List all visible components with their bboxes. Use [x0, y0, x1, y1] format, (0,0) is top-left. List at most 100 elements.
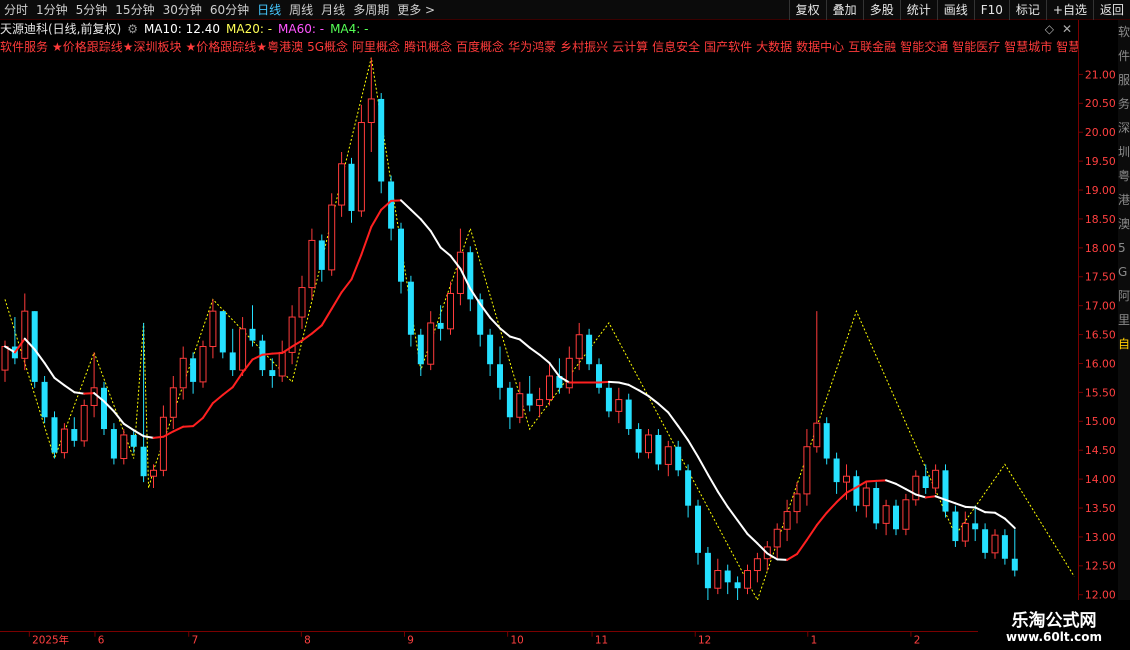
ma10-segment — [875, 479, 888, 482]
close-icon[interactable]: ✕ — [1062, 22, 1072, 36]
candle-body-down — [190, 358, 197, 382]
side-strip-label: 5 — [1118, 241, 1126, 255]
toolbar-button[interactable]: 统计 — [899, 0, 937, 20]
diamond-icon[interactable]: ◇ — [1045, 22, 1054, 36]
concept-tag[interactable]: 大数据 — [756, 40, 792, 54]
concept-tag[interactable]: ★价格跟踪线★粤港澳 — [186, 40, 304, 54]
concept-tag[interactable]: 阿里概念 — [352, 40, 400, 54]
stock-name[interactable]: 天源迪科(日线,前复权) — [0, 21, 121, 37]
concept-tags: 软件服务 ★价格跟踪线★深圳板块 ★价格跟踪线★粤港澳 5G概念 阿里概念 腾讯概念 百度概… — [0, 39, 1078, 55]
candle-body-up — [536, 399, 544, 406]
concept-tag[interactable]: 腾讯概念 — [404, 40, 452, 54]
ma10-segment — [598, 380, 610, 384]
concept-tag[interactable]: 信息安全 — [652, 40, 700, 54]
period-tab[interactable]: 更多 > — [393, 0, 439, 20]
candle-body-up — [862, 487, 870, 507]
concept-tag[interactable]: 智能交通 — [900, 40, 948, 54]
side-strip-label: 服 — [1118, 73, 1130, 87]
toolbar-button[interactable]: F10 — [973, 0, 1009, 20]
concept-tag[interactable]: 互联金融 — [848, 40, 896, 54]
candle-body-down — [398, 228, 404, 282]
ma10-segment — [677, 425, 690, 442]
ma10-segment — [43, 362, 56, 379]
ma10-segment — [419, 218, 432, 232]
right-side-strip[interactable]: 软件服务深圳粤港澳 5 G阿里自 — [1118, 20, 1130, 632]
period-tab[interactable]: 15分钟 — [111, 0, 158, 20]
candle-body-up — [912, 475, 920, 501]
concept-tag[interactable]: 乡村振兴 — [560, 40, 608, 54]
side-strip-label: 自 — [1118, 337, 1130, 351]
period-tab[interactable]: 5分钟 — [72, 0, 112, 20]
side-strip-label: 务 — [1118, 96, 1130, 111]
candle-body-down — [982, 529, 989, 553]
period-tab[interactable]: 30分钟 — [159, 0, 206, 20]
candle-body-up — [793, 493, 801, 513]
candle-body-down — [407, 281, 414, 335]
candle-body-down — [348, 163, 355, 211]
candle-body-up — [357, 122, 365, 212]
concept-tag[interactable]: 智能医疗 — [952, 40, 1000, 54]
candle-body-up — [813, 422, 821, 448]
date-label: 1 — [811, 634, 818, 646]
toolbar-button[interactable]: +自选 — [1045, 0, 1093, 20]
concept-tag[interactable]: 百度概念 — [456, 40, 504, 54]
ma10-segment — [231, 371, 244, 389]
period-tab[interactable]: 分时 — [0, 0, 32, 20]
period-tab[interactable]: 60分钟 — [206, 0, 253, 20]
concept-tag[interactable]: 华为鸿蒙 — [508, 40, 556, 54]
period-tab[interactable]: 多周期 — [349, 0, 393, 20]
ma10-segment — [63, 384, 76, 394]
settings-gear-icon[interactable]: ⚙ — [127, 21, 138, 37]
toolbar-button[interactable]: 返回 — [1092, 0, 1130, 20]
price-tick-label: 19.50 — [1085, 155, 1116, 168]
candle-body-down — [51, 417, 58, 453]
toolbar-button[interactable]: 多股 — [862, 0, 900, 20]
period-tabs: 分时 1分钟 5分钟 15分钟 30分钟 60分钟 日线 周线 月线 多周期 更多 > — [0, 0, 439, 20]
ma10-segment — [617, 381, 630, 386]
ma10-segment — [489, 316, 501, 330]
side-strip-label: 阿 — [1118, 289, 1130, 303]
concept-tag[interactable]: 数据中心 — [796, 40, 844, 54]
ma10-segment — [776, 558, 789, 561]
watermark: 乐淘公式网 www.60lt.com — [978, 600, 1130, 650]
zigzag-line — [4, 57, 1075, 602]
concept-tag[interactable]: 云计算 — [612, 40, 648, 54]
toolbar-button[interactable]: 叠加 — [825, 0, 863, 20]
price-tick-label: 13.50 — [1085, 502, 1116, 515]
candle-body-down — [1011, 558, 1018, 571]
date-label: 10 — [510, 634, 523, 646]
candle-body-down — [526, 393, 533, 406]
candle-body-up — [159, 416, 167, 471]
candle-body-down — [378, 98, 385, 182]
candle-body-up — [575, 334, 583, 359]
ma10-segment — [53, 376, 66, 387]
candle-body-down — [487, 334, 494, 365]
toolbar-button[interactable]: 标记 — [1008, 0, 1046, 20]
period-tab[interactable]: 1分钟 — [32, 0, 72, 20]
right-toolbar: 复权 叠加 多股 统计 画线 F10 标记 +自选 返回 — [788, 0, 1130, 20]
period-tab[interactable]: 周线 — [285, 0, 317, 20]
period-tab[interactable]: 月线 — [317, 0, 349, 20]
ma10-segment — [221, 386, 234, 396]
concept-tag[interactable]: 智慧政务 — [1056, 40, 1078, 54]
concept-tag[interactable]: 智慧城市 — [1004, 40, 1052, 54]
candle-body-down — [140, 446, 147, 477]
period-tab[interactable]: 日线 — [253, 0, 285, 20]
concept-tag[interactable]: 5G概念 — [307, 40, 348, 54]
kline-chart[interactable] — [0, 20, 1078, 631]
concept-tag[interactable]: 软件服务 — [0, 40, 48, 54]
price-tick-label: 21.00 — [1085, 68, 1116, 81]
concept-tag[interactable]: 国产软件 — [704, 40, 752, 54]
candle-body-down — [437, 322, 444, 329]
ma10-segment — [390, 199, 402, 202]
ma10-segment — [716, 490, 729, 508]
toolbar-button[interactable]: 画线 — [936, 0, 974, 20]
ma10-segment — [360, 225, 373, 256]
ma10-segment — [518, 338, 531, 349]
candle-body-up — [783, 511, 791, 530]
side-strip-label: 澳 — [1118, 217, 1130, 231]
toolbar-button[interactable]: 复权 — [788, 0, 826, 20]
concept-tag[interactable]: ★价格跟踪线★深圳板块 — [52, 40, 182, 54]
candle-body-up — [516, 393, 524, 418]
candle-body-down — [635, 429, 642, 453]
